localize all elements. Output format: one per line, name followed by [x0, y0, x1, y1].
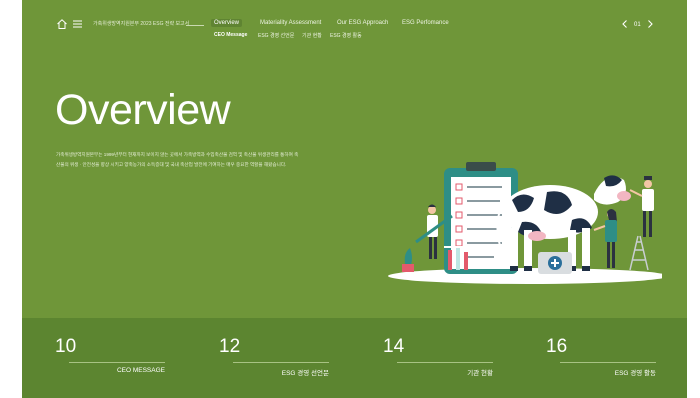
subnav-institution-status[interactable]: 기관 현황: [302, 32, 322, 39]
home-icon[interactable]: [56, 18, 68, 30]
page-number: 01: [634, 22, 641, 28]
index-card-label: 기관 현황: [467, 370, 493, 377]
chevron-right-icon[interactable]: [645, 18, 655, 30]
intro-description: 가축위생방역지원본부는 1999년부터 현재까지 보이지 않는 곳에서 가축방역…: [56, 152, 299, 167]
index-card-divider: [397, 362, 493, 363]
nav-materiality-assessment[interactable]: Materiality Assessment: [260, 20, 321, 26]
page: 가축위생방역지원본부 2023 ESG 전략 보고서 Overview Mate…: [22, 0, 687, 398]
index-card-label: ESG 경영 활동: [614, 370, 656, 377]
nav-overview[interactable]: Overview: [211, 19, 243, 27]
menu-icon[interactable]: [72, 18, 83, 30]
subnav-esg-activities[interactable]: ESG 경영 활동: [330, 32, 362, 39]
index-card-institution-status[interactable]: 14 기관 현황: [383, 318, 493, 378]
index-card-number: 12: [219, 336, 241, 357]
page-title: Overview: [55, 86, 231, 134]
index-card-divider: [69, 362, 165, 363]
index-card-number: 16: [546, 336, 568, 357]
index-card-divider: [560, 362, 656, 363]
index-card-ceo-message[interactable]: 10 CEO MESSAGE: [55, 318, 165, 378]
index-card-number: 14: [383, 336, 405, 357]
index-card-esg-activities[interactable]: 16 ESG 경영 활동: [546, 318, 656, 378]
livestock-illustration: [388, 162, 662, 284]
subnav-ceo-message[interactable]: CEO Message: [214, 32, 247, 38]
header-divider: [186, 25, 204, 26]
index-card-label: CEO MESSAGE: [116, 367, 165, 374]
index-card-esg-declaration[interactable]: 12 ESG 경영 선언문: [219, 318, 329, 378]
top-bar: 가축위생방역지원본부 2023 ESG 전략 보고서 Overview Mate…: [22, 0, 687, 44]
nav-esg-performance[interactable]: ESG Perfomance: [402, 20, 449, 26]
chevron-left-icon[interactable]: [620, 18, 630, 30]
index-card-number: 10: [55, 336, 77, 357]
subnav-esg-declaration[interactable]: ESG 경영 선언문: [258, 32, 294, 39]
document-title: 가축위생방역지원본부 2023 ESG 전략 보고서: [93, 21, 190, 27]
index-card-label: ESG 경영 선언문: [281, 370, 329, 377]
index-card-divider: [233, 362, 329, 363]
nav-our-esg-approach[interactable]: Our ESG Approach: [337, 20, 388, 26]
